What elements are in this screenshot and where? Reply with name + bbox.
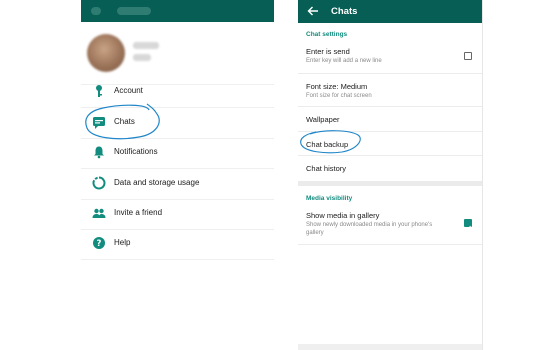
chat-backup-highlight-annotation [300,130,361,154]
divider [81,259,274,260]
menu-item-invite[interactable]: Invite a friend [81,199,274,229]
setting-title: Wallpaper [306,115,340,124]
section-divider [298,181,482,186]
chat-settings-header: Chat settings [306,31,348,38]
svg-text:?: ? [97,239,102,249]
people-icon [92,208,106,218]
data-usage-icon [92,176,106,190]
back-arrow-icon[interactable] [307,5,319,17]
chats-toolbar: Chats [298,0,482,23]
setting-subtitle: Show newly downloaded media in your phon… [306,222,433,236]
setting-subtitle: Enter key will add a new line [306,58,382,64]
menu-item-help[interactable]: ? Help [81,229,274,259]
show-media-checkbox[interactable] [464,219,472,231]
profile-row[interactable] [81,22,274,84]
profile-status-blurred [133,54,151,61]
chats-settings-panel: Chats Chat settings Enter is send Enter … [298,0,483,350]
menu-item-data-storage[interactable]: Data and storage usage [81,169,274,199]
page-title: Chats [331,6,358,17]
media-visibility-header: Media visibility [306,195,353,202]
font-size-setting[interactable]: Font size: Medium Font size for chat scr… [298,74,482,104]
settings-panel: Account Chats Notifications Data and sto… [81,0,274,350]
menu-item-label: Help [114,238,131,247]
setting-title: Chat history [306,164,347,173]
help-icon: ? [93,237,105,249]
back-arrow-icon[interactable] [91,7,101,15]
show-media-setting[interactable]: Show media in gallery Show newly downloa… [298,206,482,242]
toolbar-title-blurred [117,7,151,15]
setting-title: Font size: Medium [306,82,368,91]
setting-title: Show media in gallery [306,211,380,220]
menu-item-label: Account [114,86,143,95]
enter-is-send-setting[interactable]: Enter is send Enter key will add a new l… [298,42,482,70]
profile-name-blurred [133,42,159,49]
settings-toolbar [81,0,274,22]
avatar[interactable] [87,34,125,72]
menu-item-label: Data and storage usage [114,178,200,187]
divider [298,244,482,245]
key-icon [96,85,102,97]
enter-is-send-checkbox[interactable] [464,52,472,60]
menu-item-label: Invite a friend [114,208,163,217]
setting-subtitle: Font size for chat screen [306,93,372,99]
check-icon [465,225,472,231]
chats-highlight-annotation [85,103,160,140]
bottom-divider [298,344,482,350]
setting-title: Enter is send [306,47,350,56]
